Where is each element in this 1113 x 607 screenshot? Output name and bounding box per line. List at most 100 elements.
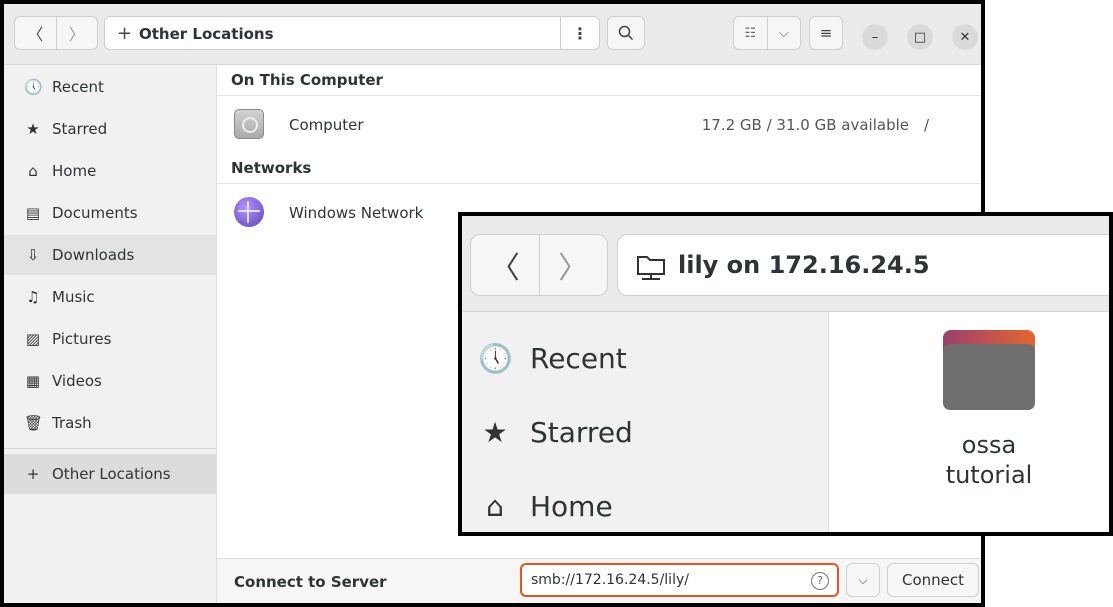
navigation-buttons: 〈 〉: [14, 16, 98, 50]
main-menu-button[interactable]: ≡: [809, 16, 843, 50]
connect-button[interactable]: Connect: [887, 563, 979, 597]
chevron-down-icon: ⌵: [778, 25, 789, 41]
sidebar-item-label: Pictures: [52, 330, 112, 348]
clock-icon: 🕔: [24, 78, 43, 96]
sidebar-item-label: Documents: [52, 204, 138, 222]
recent-servers-dropdown[interactable]: ⌵: [846, 563, 880, 597]
zoom-sidebar-item-starred[interactable]: ★ Starred: [478, 416, 633, 449]
network-globe-icon: [234, 197, 264, 227]
hamburger-icon: ≡: [819, 24, 833, 42]
sidebar-item-label: Downloads: [52, 246, 135, 264]
back-button[interactable]: 〈: [15, 17, 56, 49]
chevron-right-icon: 〉: [68, 25, 85, 44]
sidebar-item-documents[interactable]: ▤ Documents: [4, 193, 216, 233]
folder-icon: [943, 330, 1035, 410]
close-icon: ✕: [959, 29, 971, 45]
zoomed-inset-window: 〈 〉 lily on 172.16.24.5 🕔 Recent ★ Starred…: [458, 212, 1113, 536]
home-icon: ⌂: [28, 162, 38, 180]
sidebar: 🕔 Recent ★ Starred ⌂ Home ▤ Documents ⇩ Downl…: [4, 65, 217, 603]
sidebar-item-label: Home: [52, 162, 97, 180]
network-folder-icon: [637, 256, 665, 280]
trash-icon: 🗑: [24, 414, 44, 432]
list-view-button[interactable]: ☷: [734, 17, 767, 49]
plus-icon: +: [26, 465, 40, 483]
location-label: Other Locations: [139, 25, 274, 43]
chevron-left-icon: 〈: [27, 25, 44, 44]
sidebar-item-label: Videos: [52, 372, 102, 390]
sidebar-divider: [4, 448, 216, 449]
sidebar-item-label: Starred: [52, 120, 108, 138]
sidebar-item-label: Starred: [530, 416, 633, 449]
section-header-computer: On This Computer: [231, 71, 383, 89]
zoom-back-button[interactable]: 〈: [471, 235, 539, 295]
sidebar-item-downloads[interactable]: ⇩ Downloads: [4, 235, 216, 275]
video-icon: ▦: [25, 372, 41, 390]
sidebar-item-label: Recent: [530, 342, 627, 375]
network-name: Windows Network: [289, 204, 424, 222]
document-icon: ▤: [25, 204, 41, 222]
sidebar-item-trash[interactable]: 🗑 Trash: [4, 403, 216, 443]
zoom-location-bar[interactable]: lily on 172.16.24.5: [617, 234, 1109, 296]
picture-icon: ▨: [25, 330, 41, 348]
sidebar-item-music[interactable]: ♫ Music: [4, 277, 216, 317]
connect-to-server-label: Connect to Server: [234, 573, 387, 591]
clock-icon: 🕔: [478, 342, 513, 375]
connect-to-server-bar: Connect to Server smb://172.16.24.5/lily…: [217, 558, 981, 603]
plus-icon: +: [117, 23, 133, 44]
folder-name-line1: ossa: [961, 431, 1017, 459]
maximize-icon: □: [913, 29, 927, 45]
section-header-networks: Networks: [231, 159, 312, 177]
divider: [217, 95, 981, 96]
music-icon: ♫: [26, 288, 40, 306]
sidebar-item-label: Music: [52, 288, 95, 306]
sidebar-item-label: Home: [530, 490, 613, 523]
server-address-value: smb://172.16.24.5/lily/: [531, 572, 689, 588]
server-address-input[interactable]: smb://172.16.24.5/lily/ ?: [520, 563, 839, 597]
zoom-location-label: lily on 172.16.24.5: [678, 251, 930, 279]
divider: [217, 183, 981, 184]
zoom-navigation-buttons: 〈 〉: [470, 234, 608, 296]
zoom-content-area: ossa tutorial: [829, 312, 1109, 532]
chevron-left-icon: 〈: [489, 251, 520, 286]
sidebar-item-starred[interactable]: ★ Starred: [4, 109, 216, 149]
home-icon: ⌂: [486, 490, 504, 523]
sidebar-item-other-locations[interactable]: + Other Locations: [4, 454, 216, 494]
sidebar-item-label: Recent: [52, 78, 104, 96]
help-icon[interactable]: ?: [811, 572, 829, 590]
location-bar[interactable]: + Other Locations ⋮: [104, 16, 600, 50]
minimize-icon: –: [871, 29, 879, 45]
download-icon: ⇩: [26, 246, 40, 264]
forward-button[interactable]: 〉: [55, 17, 98, 49]
close-button[interactable]: ✕: [952, 24, 978, 50]
list-view-icon: ☷: [744, 25, 757, 41]
view-options-button[interactable]: ⌵: [766, 17, 801, 49]
zoom-sidebar: 🕔 Recent ★ Starred ⌂ Home: [462, 312, 829, 532]
zoom-forward-button[interactable]: 〉: [538, 235, 608, 295]
minimize-button[interactable]: –: [862, 24, 888, 50]
computer-name: Computer: [289, 116, 364, 134]
view-switcher: ☷ ⌵: [733, 16, 801, 50]
sidebar-item-home[interactable]: ⌂ Home: [4, 151, 216, 191]
drive-icon: [234, 109, 264, 139]
zoom-sidebar-item-recent[interactable]: 🕔 Recent: [478, 342, 627, 375]
star-icon: ★: [482, 416, 508, 449]
mount-point: /: [923, 116, 929, 134]
sidebar-item-label: Trash: [52, 414, 92, 432]
star-icon: ★: [26, 120, 40, 138]
sidebar-item-label: Other Locations: [52, 465, 171, 483]
vertical-dots-icon: ⋮: [572, 23, 588, 43]
search-icon: [618, 25, 634, 41]
search-button[interactable]: [607, 16, 645, 50]
sidebar-item-videos[interactable]: ▦ Videos: [4, 361, 216, 401]
sidebar-item-recent[interactable]: 🕔 Recent: [4, 67, 216, 107]
chevron-down-icon: ⌵: [858, 572, 868, 587]
header-bar: 〈 〉 + Other Locations ⋮ ☷ ⌵ ≡ – □ ✕: [4, 4, 981, 65]
zoom-sidebar-item-home[interactable]: ⌂ Home: [478, 490, 613, 523]
zoom-header-bar: 〈 〉 lily on 172.16.24.5: [462, 216, 1109, 312]
maximize-button[interactable]: □: [907, 24, 933, 50]
disk-space: 17.2 GB / 31.0 GB available: [701, 116, 909, 134]
location-menu-button[interactable]: ⋮: [560, 17, 599, 49]
chevron-right-icon: 〉: [558, 251, 589, 286]
sidebar-item-pictures[interactable]: ▨ Pictures: [4, 319, 216, 359]
folder-name-line2: tutorial: [945, 461, 1033, 489]
